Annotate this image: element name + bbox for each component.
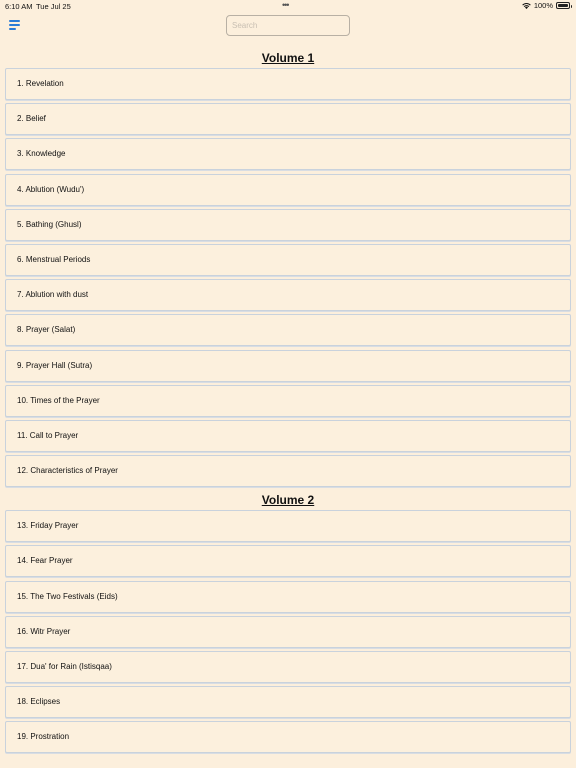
chapter-list-item[interactable]: 4. Ablution (Wudu') — [5, 173, 571, 206]
chapter-list-item[interactable]: 11. Call to Prayer — [5, 419, 571, 452]
search-input[interactable] — [226, 15, 350, 36]
volume-heading: Volume 2 — [261, 493, 315, 508]
chapter-list-item[interactable]: 1. Revelation — [5, 68, 571, 100]
chapter-list: Volume 1 1. Revelation 2. Belief 3. Knowled… — [0, 48, 576, 757]
chapter-list-item[interactable]: 9. Prayer Hall (Sutra) — [5, 349, 571, 382]
chapter-list-item[interactable]: 12. Characteristics of Prayer — [5, 455, 571, 488]
multitasking-dots-icon[interactable]: ••• — [282, 0, 290, 10]
chapter-list-item[interactable]: 8. Prayer (Salat) — [5, 314, 571, 347]
chapter-list-item[interactable]: 6. Menstrual Periods — [5, 243, 571, 276]
status-time: 6:10 AM — [5, 2, 33, 11]
chapter-list-item[interactable]: 7. Ablution with dust — [5, 279, 571, 312]
status-bar: 6:10 AM Tue Jul 25 ••• 100% — [0, 0, 576, 12]
chapter-list-item[interactable]: 19. Prostration — [5, 721, 571, 754]
chapter-list-item[interactable]: 15. The Two Festivals (Eids) — [5, 580, 571, 613]
chapter-list-item[interactable]: 2. Belief — [5, 103, 571, 136]
battery-percent: 100% — [533, 1, 553, 10]
chapter-list-item[interactable]: 14. Fear Prayer — [5, 545, 571, 578]
battery-icon — [556, 2, 572, 9]
chapter-list-item[interactable]: 3. Knowledge — [5, 138, 571, 171]
chapter-list-item[interactable]: 16. Witr Prayer — [5, 615, 571, 648]
app-screen: 6:10 AM Tue Jul 25 ••• 100% Volume 1 1. R… — [0, 0, 576, 768]
chapter-list-item[interactable]: 17. Dua' for Rain (Istisqaa) — [5, 651, 571, 683]
chapter-list-item[interactable]: 18. Eclipses — [5, 686, 571, 719]
volume-heading: Volume 1 — [261, 51, 315, 65]
status-indicators: 100% — [522, 1, 572, 10]
chapter-list-item[interactable]: 10. Times of the Prayer — [5, 384, 571, 417]
chapter-list-item[interactable]: 5. Bathing (Ghusl) — [5, 208, 571, 241]
menu-icon[interactable] — [9, 20, 21, 30]
status-date: Tue Jul 25 — [36, 2, 71, 11]
chapter-list-item[interactable]: 13. Friday Prayer — [5, 510, 571, 543]
wifi-icon — [522, 2, 531, 9]
